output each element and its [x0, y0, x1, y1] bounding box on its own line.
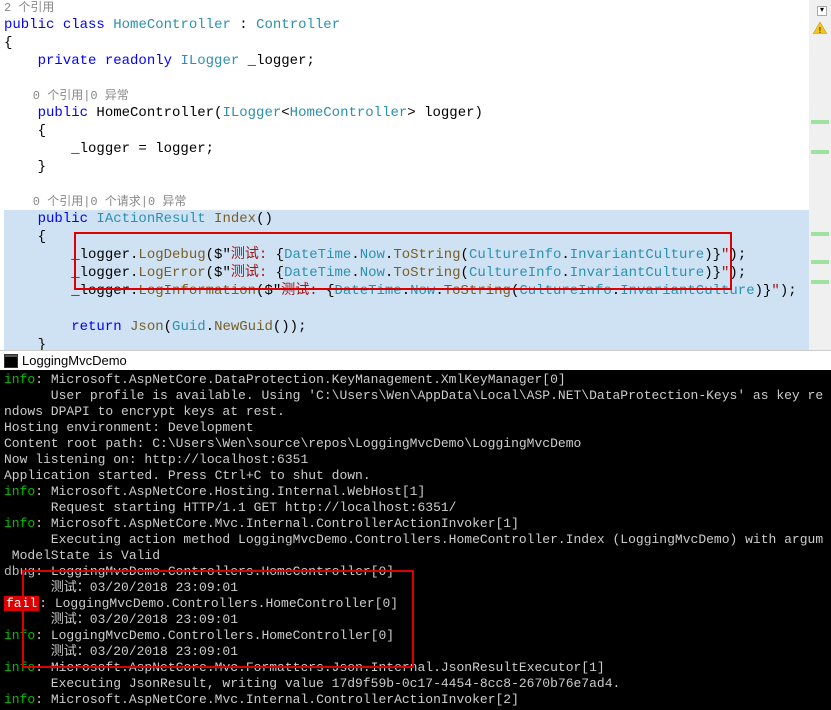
log-level-info: info — [4, 484, 35, 499]
terminal-line: 测试：03/20/2018 23:09:01 — [4, 612, 827, 628]
terminal-line: Now listening on: http://localhost:6351 — [4, 452, 827, 468]
code-line[interactable]: _logger.LogError($"测试: {DateTime.Now.ToS… — [4, 264, 827, 282]
terminal-title-text: LoggingMvcDemo — [22, 353, 127, 368]
terminal-output[interactable]: info: Microsoft.AspNetCore.DataProtectio… — [0, 370, 831, 710]
code-editor[interactable]: 2 个引用 public class HomeController : Cont… — [0, 0, 831, 350]
terminal-line: Executing JsonResult, writing value 17d9… — [4, 676, 827, 692]
log-level-dbug: dbug — [4, 564, 35, 579]
warning-icon: ! — [813, 22, 827, 34]
terminal-line: Request starting HTTP/1.1 GET http://loc… — [4, 500, 827, 516]
code-line[interactable]: { — [4, 122, 827, 140]
terminal-line: Application started. Press Ctrl+C to shu… — [4, 468, 827, 484]
code-line[interactable]: private readonly ILogger _logger; — [4, 52, 827, 70]
terminal-line: info: Microsoft.AspNetCore.DataProtectio… — [4, 372, 827, 388]
code-line[interactable]: public IActionResult Index() — [4, 210, 827, 228]
scroll-marker — [811, 260, 829, 264]
terminal-line: Content root path: C:\Users\Wen\source\r… — [4, 436, 827, 452]
terminal-line: Executing action method LoggingMvcDemo.C… — [4, 532, 827, 548]
scroll-marker — [811, 232, 829, 236]
code-line[interactable]: return Json(Guid.NewGuid()); — [4, 318, 827, 336]
terminal-line: User profile is available. Using 'C:\Use… — [4, 388, 827, 404]
log-level-info: info — [4, 516, 35, 531]
code-line[interactable]: } — [4, 158, 827, 176]
code-line[interactable] — [4, 70, 827, 88]
codelens[interactable]: 0 个引用|0 个请求|0 异常 — [4, 194, 827, 210]
scroll-indicator-icon: ▾ — [817, 6, 827, 16]
terminal-line: 测试：03/20/2018 23:09:01 — [4, 580, 827, 596]
code-line[interactable]: public HomeController(ILogger<HomeContro… — [4, 104, 827, 122]
code-line[interactable]: { — [4, 34, 827, 52]
vertical-scrollbar[interactable]: ▾ ! — [809, 0, 831, 350]
terminal-line: info: Microsoft.AspNetCore.Hosting.Inter… — [4, 484, 827, 500]
terminal-line: Hosting environment: Development — [4, 420, 827, 436]
codelens[interactable]: 2 个引用 — [4, 0, 827, 16]
code-line[interactable]: { — [4, 228, 827, 246]
log-level-fail: fail — [4, 596, 39, 611]
code-line[interactable]: _logger.LogDebug($"测试: {DateTime.Now.ToS… — [4, 246, 827, 264]
terminal-line: 测试：03/20/2018 23:09:01 — [4, 644, 827, 660]
terminal-line: dbug: LoggingMvcDemo.Controllers.HomeCon… — [4, 564, 827, 580]
scroll-marker — [811, 150, 829, 154]
codelens[interactable]: 0 个引用|0 异常 — [4, 88, 827, 104]
code-line[interactable]: } — [4, 336, 827, 350]
scroll-marker — [811, 120, 829, 124]
terminal-line: ModelState is Valid — [4, 548, 827, 564]
svg-text:!: ! — [817, 26, 822, 34]
terminal-line: info: LoggingMvcDemo.Controllers.HomeCon… — [4, 628, 827, 644]
terminal-tab[interactable]: LoggingMvcDemo — [0, 350, 831, 370]
code-line[interactable]: _logger = logger; — [4, 140, 827, 158]
log-level-info: info — [4, 692, 35, 707]
code-line[interactable] — [4, 176, 827, 194]
code-line[interactable]: public class HomeController : Controller — [4, 16, 827, 34]
terminal-line: info: Microsoft.AspNetCore.Mvc.Formatter… — [4, 660, 827, 676]
terminal-line: ndows DPAPI to encrypt keys at rest. — [4, 404, 827, 420]
code-line[interactable] — [4, 300, 827, 318]
log-level-info: info — [4, 628, 35, 643]
code-line[interactable]: _logger.LogInformation($"测试: {DateTime.N… — [4, 282, 827, 300]
console-icon — [4, 354, 18, 368]
log-level-info: info — [4, 372, 35, 387]
log-level-info: info — [4, 660, 35, 675]
terminal-line: fail: LoggingMvcDemo.Controllers.HomeCon… — [4, 596, 827, 612]
terminal-line: info: Microsoft.AspNetCore.Mvc.Internal.… — [4, 516, 827, 532]
scroll-marker — [811, 280, 829, 284]
